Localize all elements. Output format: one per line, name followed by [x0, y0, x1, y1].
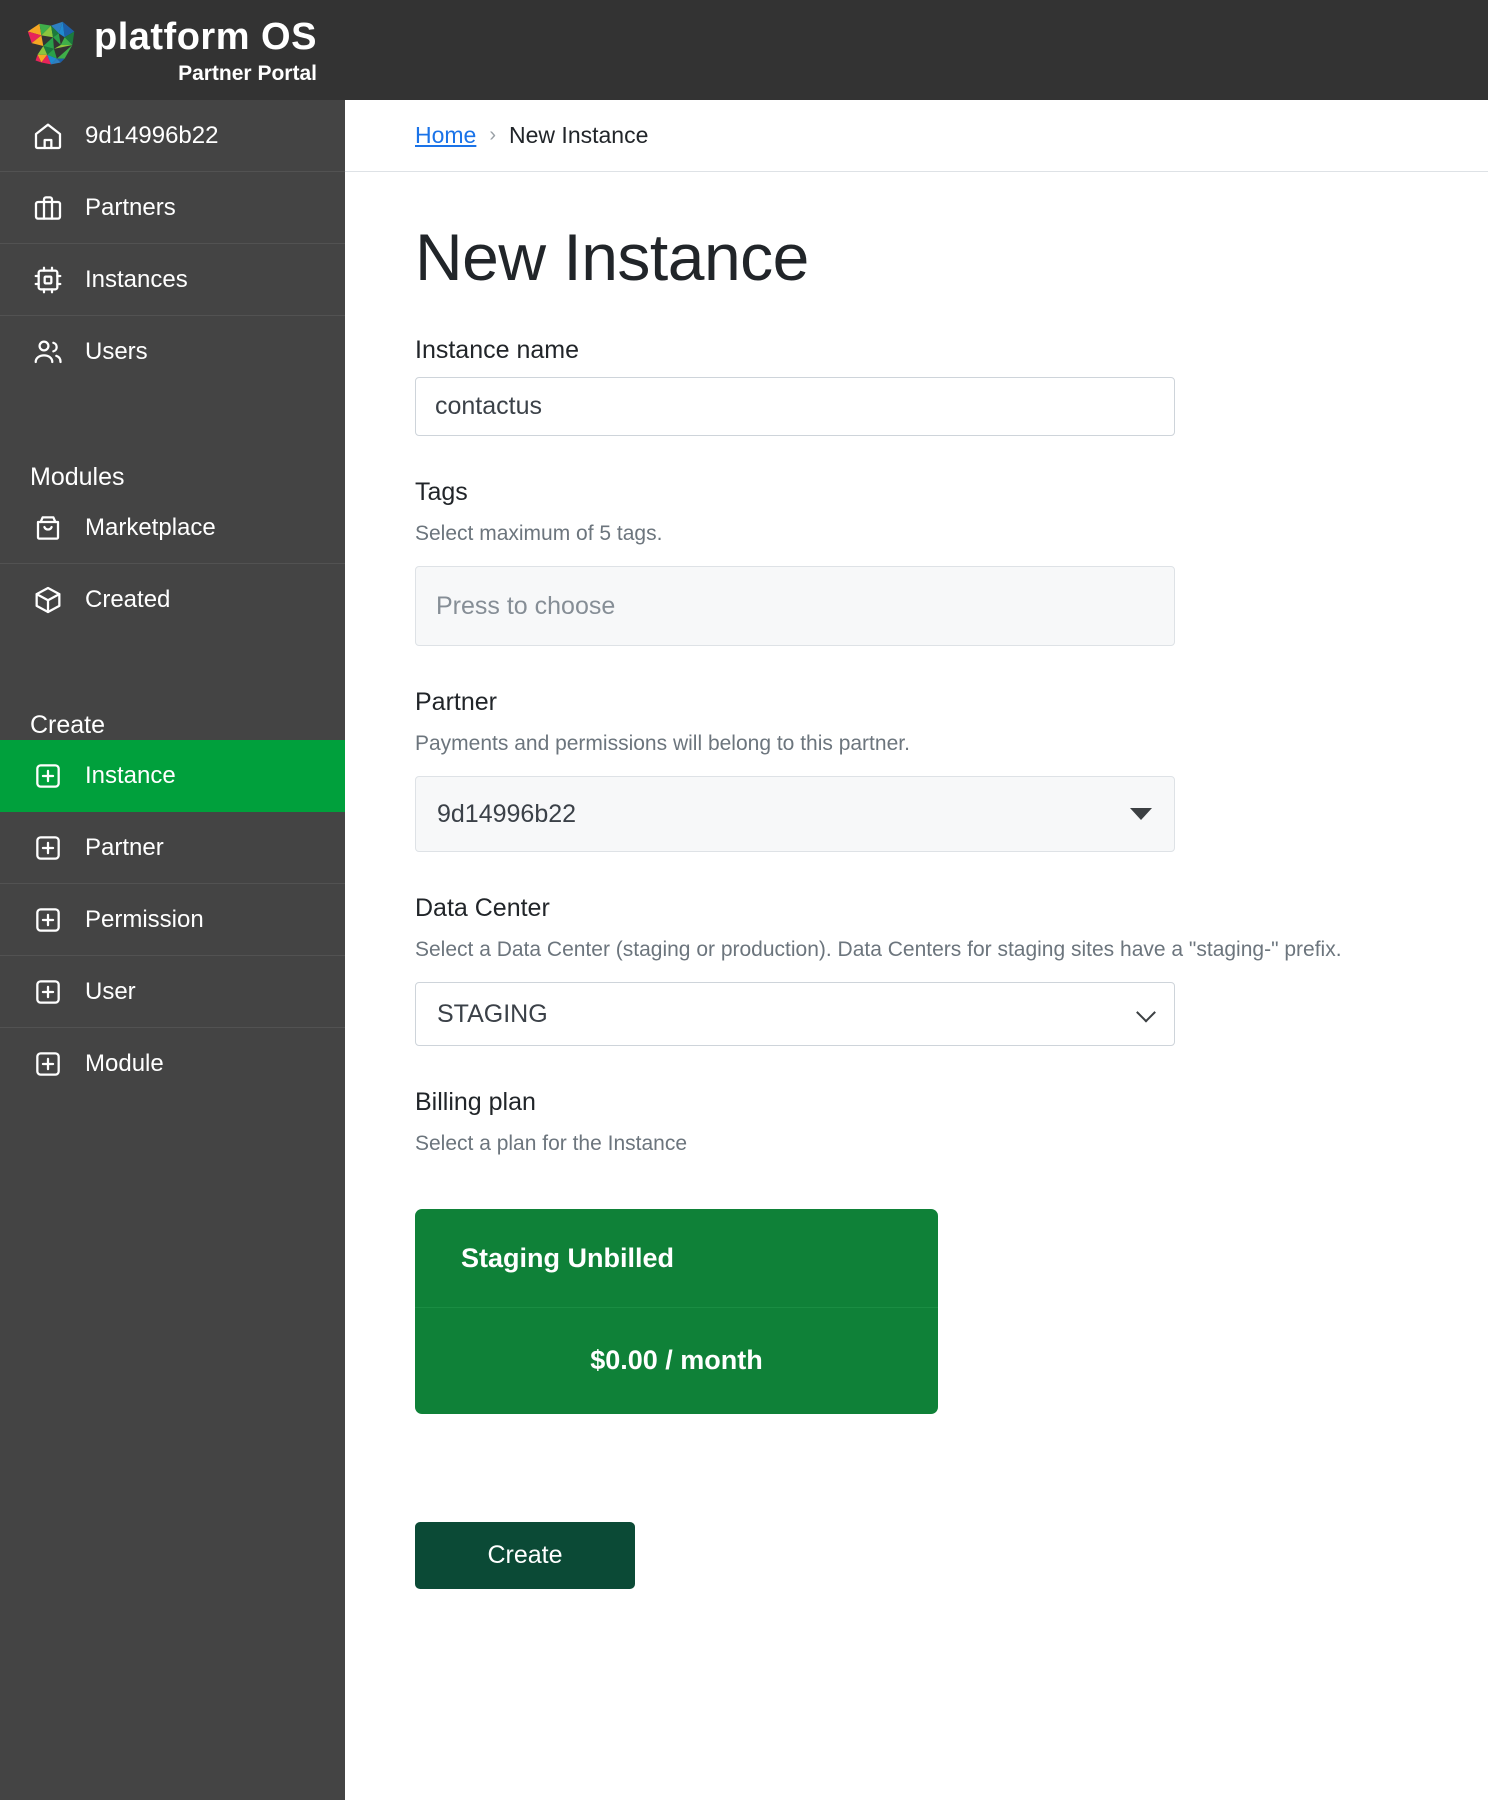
- partner-label: Partner: [415, 688, 497, 716]
- tags-help: Select maximum of 5 tags.: [415, 522, 663, 545]
- brand[interactable]: platform OS Partner Portal: [22, 8, 317, 87]
- partner-help: Payments and permissions will belong to …: [415, 732, 910, 755]
- chip-icon: [30, 262, 66, 298]
- brand-subtitle: Partner Portal: [178, 62, 317, 85]
- cube-icon: [30, 582, 66, 618]
- chameleon-logo-icon: [27, 21, 75, 65]
- sidebar-item-label: Module: [85, 1050, 164, 1077]
- field-instance-name: Instance name contactus: [415, 336, 1418, 436]
- create-button[interactable]: Create: [415, 1522, 635, 1589]
- chevron-right-icon: ›: [489, 124, 497, 146]
- sidebar: 9d14996b22 Partners Instances Users Modu…: [0, 100, 345, 1800]
- sidebar-item-marketplace[interactable]: Marketplace: [0, 492, 345, 564]
- plus-square-icon: [30, 902, 66, 938]
- top-brand-bar: platform OS Partner Portal: [0, 0, 1488, 100]
- shopping-bag-icon: [30, 510, 66, 546]
- data-center-label: Data Center: [415, 894, 550, 922]
- instance-name-input[interactable]: contactus: [415, 377, 1175, 436]
- sidebar-item-label: Users: [85, 338, 148, 365]
- users-icon: [30, 334, 66, 370]
- home-icon: [30, 118, 66, 154]
- sidebar-section-modules: Modules: [30, 463, 125, 491]
- sidebar-item-label: 9d14996b22: [85, 121, 219, 149]
- sidebar-item-partners[interactable]: Partners: [0, 172, 345, 244]
- sidebar-item-create-instance[interactable]: Instance: [0, 740, 345, 812]
- sidebar-item-label: Marketplace: [85, 513, 216, 541]
- tags-input[interactable]: Press to choose: [415, 566, 1175, 646]
- sidebar-item-created[interactable]: Created: [0, 564, 345, 636]
- tags-label: Tags: [415, 478, 468, 506]
- sidebar-item-label: Partners: [85, 193, 176, 221]
- plus-square-icon: [30, 758, 66, 794]
- sidebar-section-create: Create: [30, 711, 106, 739]
- brand-name: platform OS: [94, 16, 317, 58]
- sidebar-item-label: User: [85, 977, 136, 1005]
- billing-plan-label: Billing plan: [415, 1088, 536, 1116]
- plus-square-icon: [30, 830, 66, 866]
- sidebar-item-label: Permission: [85, 905, 204, 933]
- sidebar-item-create-partner[interactable]: Partner: [0, 812, 345, 884]
- breadcrumb: Home › New Instance: [345, 100, 1488, 172]
- sidebar-item-label: Partner: [85, 833, 164, 861]
- sidebar-item-instances[interactable]: Instances: [0, 244, 345, 316]
- billing-plan-name: Staging Unbilled: [415, 1209, 938, 1308]
- main-content: Home › New Instance New Instance Instanc…: [345, 100, 1488, 1800]
- instance-name-label: Instance name: [415, 336, 579, 364]
- breadcrumb-home-link[interactable]: Home: [415, 122, 476, 149]
- plus-square-icon: [30, 1046, 66, 1082]
- billing-plan-card[interactable]: Staging Unbilled $0.00 / month: [415, 1209, 938, 1414]
- triangle-down-icon[interactable]: [1130, 808, 1152, 820]
- sidebar-item-label: Instances: [85, 265, 188, 293]
- plus-square-icon: [30, 974, 66, 1010]
- form-container: New Instance Instance name contactus Tag…: [345, 172, 1488, 1589]
- field-billing-plan: Billing plan Select a plan for the Insta…: [415, 1088, 1418, 1414]
- field-partner: Partner Payments and permissions will be…: [415, 688, 1418, 852]
- partner-select-shell: 9d14996b22: [415, 776, 1175, 852]
- sidebar-item-label: Created: [85, 586, 171, 613]
- field-data-center: Data Center Select a Data Center (stagin…: [415, 894, 1418, 1046]
- sidebar-item-create-module[interactable]: Module: [0, 1028, 345, 1100]
- partner-select[interactable]: 9d14996b22: [415, 776, 1175, 852]
- field-tags: Tags Select maximum of 5 tags. Press to …: [415, 478, 1418, 646]
- billing-plan-help: Select a plan for the Instance: [415, 1132, 688, 1155]
- breadcrumb-current: New Instance: [509, 122, 649, 148]
- data-center-select[interactable]: STAGING: [415, 982, 1175, 1046]
- sidebar-item-users[interactable]: Users: [0, 316, 345, 388]
- page-title: New Instance: [415, 220, 809, 294]
- sidebar-item-create-permission[interactable]: Permission: [0, 884, 345, 956]
- sidebar-item-home[interactable]: 9d14996b22: [0, 100, 345, 172]
- sidebar-item-create-user[interactable]: User: [0, 956, 345, 1028]
- briefcase-icon: [30, 190, 66, 226]
- sidebar-item-label: Instance: [85, 762, 176, 789]
- data-center-help: Select a Data Center (staging or product…: [415, 938, 1342, 961]
- billing-plan-price: $0.00 / month: [590, 1345, 763, 1375]
- data-center-select-shell: STAGING: [415, 982, 1175, 1046]
